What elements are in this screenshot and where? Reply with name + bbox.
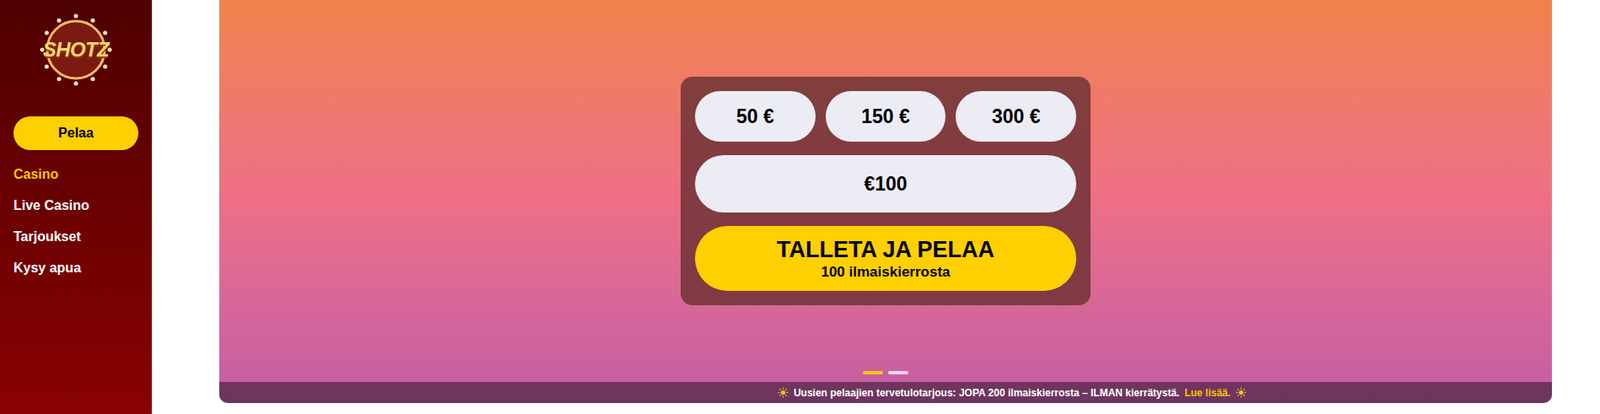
amount-button[interactable]: 300 € xyxy=(955,91,1077,142)
sun-icon xyxy=(1235,387,1247,399)
promo-strip: Uusien pelaajien tervetulotarjous: JOPA … xyxy=(219,382,1552,404)
amount-button[interactable]: 50 € xyxy=(694,91,816,142)
play-button[interactable]: Pelaa xyxy=(13,116,139,151)
amount-button[interactable]: 150 € xyxy=(825,91,947,142)
hero-banner: 50 €150 €300 € €100 TALLETA JA PELAA100 il… xyxy=(219,0,1552,404)
sidebar: SHOTZ Pelaa Casino Live Casino Tarjoukset Kys… xyxy=(0,0,152,414)
deposit-panel: 50 €150 €300 € €100 TALLETA JA PELAA100 il… xyxy=(680,76,1091,306)
sidebar-item[interactable]: Casino xyxy=(13,165,139,184)
amount-input[interactable]: €100 xyxy=(694,155,1077,213)
sidebar-nav: Casino Live Casino Tarjoukset Kysy apua xyxy=(13,165,139,277)
sidebar-item[interactable]: Kysy apua xyxy=(13,258,139,277)
logo[interactable]: SHOTZ xyxy=(35,11,117,88)
carousel-dot[interactable] xyxy=(862,371,884,375)
sidebar-item[interactable]: Tarjoukset xyxy=(13,227,139,246)
main: 50 €150 €300 € €100 TALLETA JA PELAA100 il… xyxy=(151,0,1600,414)
read-more-link[interactable]: Lue lisää. xyxy=(1184,385,1231,401)
deposit-button[interactable]: TALLETA JA PELAA100 ilmaiskierrosta xyxy=(694,226,1077,291)
sidebar-item[interactable]: Live Casino xyxy=(13,196,139,215)
carousel-dot[interactable] xyxy=(888,371,909,375)
page: SHOTZ Pelaa Casino Live Casino Tarjoukset Kys… xyxy=(0,0,1600,414)
sun-icon xyxy=(777,387,789,399)
carousel-dots xyxy=(862,371,909,375)
